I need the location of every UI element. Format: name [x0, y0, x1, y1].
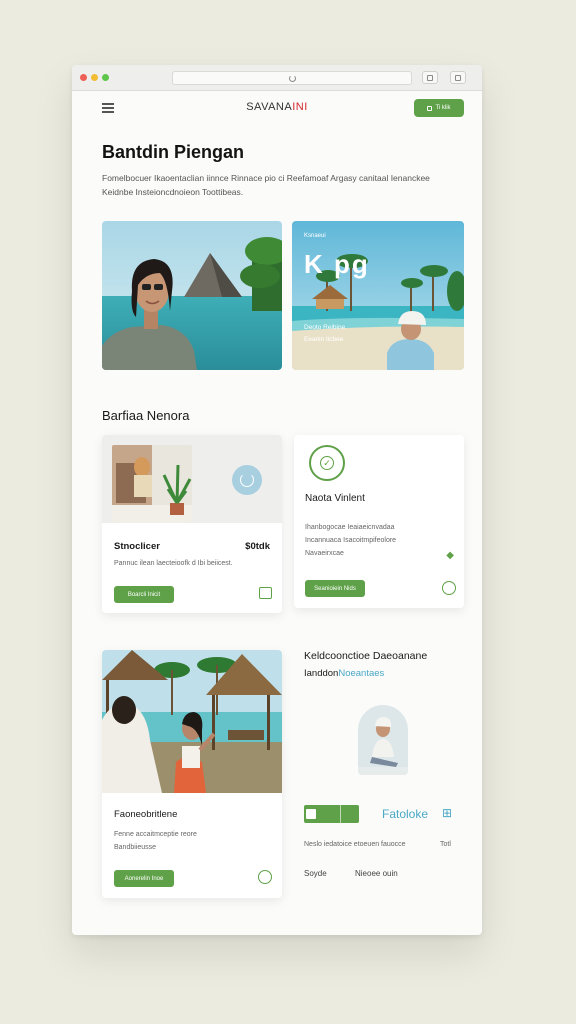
- block-link-2[interactable]: Nieoee ouin: [355, 869, 398, 878]
- card-title: Naota Vinlent: [305, 493, 365, 504]
- share-icon: [427, 74, 433, 81]
- card-title: Stnoclicer: [114, 541, 160, 552]
- refresh-icon[interactable]: [232, 465, 262, 495]
- nav-cta-button[interactable]: Ti klik: [414, 99, 464, 117]
- image-overlay-tag: Ksnaeui: [304, 233, 326, 239]
- tabs-icon: [455, 74, 461, 81]
- progress-bar: [304, 805, 359, 823]
- block-subtitle: IanddonNoeantaes: [304, 668, 384, 679]
- hero-image-beach-resort[interactable]: K pg Ksnaeui Deoto Reibine Eeanin ticbee: [292, 221, 464, 370]
- page-subtitle: Fomelbocuer Ikaoentaclian iinnce Rinnace…: [102, 173, 430, 197]
- block-meta-value: Totl: [440, 841, 451, 848]
- card-title: Faoneobritlene: [114, 809, 178, 820]
- hero-image-woman-beach[interactable]: [102, 221, 282, 370]
- card-image-room: [112, 445, 192, 523]
- card-action-button[interactable]: Boarcli Inicit: [114, 586, 174, 603]
- block-avatar-illustration: [358, 705, 408, 775]
- browser-window: SAVANAINI Ti klik Bantdin Piengan Fomelb…: [72, 65, 482, 935]
- battery-icon: [306, 809, 316, 819]
- block-meta-text: Neslo iedatoice etoeuen fauocce: [304, 841, 406, 848]
- check-badge-icon: ✓: [309, 445, 345, 481]
- card-action-button[interactable]: Seanioiein Nids: [305, 580, 365, 597]
- block-subtitle-text: Ianddon: [304, 668, 339, 679]
- leaf-icon[interactable]: ◆: [446, 551, 454, 561]
- card-price: $0tdk: [245, 541, 270, 552]
- gift-icon[interactable]: ⊞: [442, 807, 452, 819]
- lock-icon: [427, 105, 433, 111]
- image-overlay-heading: K pg: [304, 249, 370, 279]
- maximize-window-icon[interactable]: [102, 74, 109, 81]
- activity-card-3[interactable]: Faoneobritlene Fenne accaitmceptie reore…: [102, 650, 282, 898]
- page-title: Bantdin Piengan: [102, 142, 245, 162]
- block-link-1[interactable]: Soyde: [304, 869, 327, 878]
- product-card-1[interactable]: Stnoclicer $0tdk Pannuc ilean laecteioof…: [102, 435, 282, 613]
- address-bar[interactable]: [172, 71, 412, 85]
- card-description: Fenne accaitmceptie reore Bandbiieusse: [114, 831, 197, 851]
- section-title: Barfiaa Nenora: [102, 408, 190, 423]
- block-badge[interactable]: Fatoloke: [382, 807, 428, 821]
- share-icon[interactable]: [442, 581, 456, 595]
- nav-cta-label: Ti klik: [435, 105, 451, 111]
- calendar-icon[interactable]: [259, 587, 272, 599]
- browser-toolbar: [72, 65, 482, 91]
- share-button[interactable]: [422, 71, 438, 84]
- image-overlay-caption: Deoto Reibine Eeanin ticbee: [304, 324, 346, 343]
- card-action-button[interactable]: Aonerelin Inoe: [114, 870, 174, 887]
- close-window-icon[interactable]: [80, 74, 87, 81]
- brand-text: SAVANA: [246, 101, 293, 113]
- brand-accent-text: INI: [292, 101, 308, 113]
- block-subtitle-accent[interactable]: Noeantaes: [338, 668, 384, 679]
- feature-card-2[interactable]: ✓ Naota Vinlent Ihanbogocae Ieaiaeicnvad…: [294, 435, 464, 608]
- site-navbar: SAVANAINI Ti klik: [72, 91, 482, 125]
- info-icon[interactable]: [258, 870, 272, 884]
- tabs-button[interactable]: [450, 71, 466, 84]
- card-description: Ihanbogocae Ieaiaeicnvadaa Incannuaca Is…: [305, 524, 397, 557]
- block-title: Keldcoonctioe Daeoanane: [304, 650, 428, 662]
- minimize-window-icon[interactable]: [91, 74, 98, 81]
- reload-icon[interactable]: [288, 74, 296, 82]
- card-image-beach-hut: [102, 650, 282, 793]
- card-description: Pannuc ilean laecteioofk d Ibi beiicest.: [114, 560, 233, 567]
